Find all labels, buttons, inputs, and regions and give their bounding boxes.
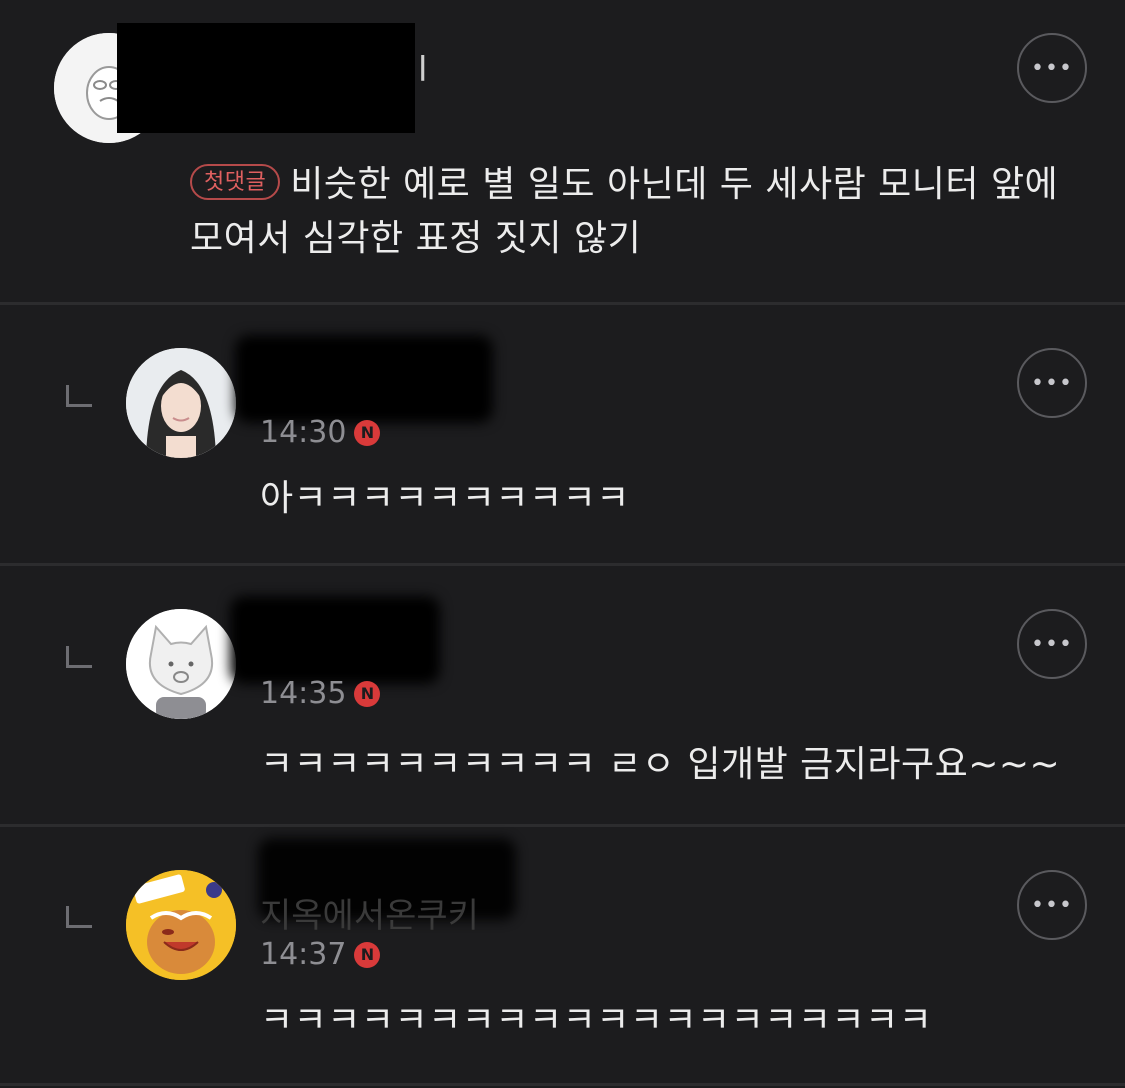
divider bbox=[0, 302, 1125, 305]
more-button[interactable]: ••• bbox=[1017, 609, 1087, 679]
more-icon: ••• bbox=[1031, 892, 1073, 918]
avatar-cookie-icon bbox=[126, 870, 236, 980]
divider bbox=[0, 1083, 1125, 1086]
comment-body: 비슷한 예로 별 일도 아닌데 두 세사람 모니터 앞에 모여서 심각한 표정 … bbox=[190, 164, 1059, 259]
avatar[interactable] bbox=[126, 870, 236, 980]
avatar[interactable] bbox=[126, 609, 236, 719]
more-icon: ••• bbox=[1031, 55, 1073, 81]
reply-arrow-icon bbox=[66, 646, 92, 668]
reply-arrow-icon bbox=[66, 906, 92, 928]
time-text: 14:30 bbox=[260, 415, 347, 450]
divider bbox=[0, 563, 1125, 566]
more-button[interactable]: ••• bbox=[1017, 870, 1087, 940]
time-text: 14:37 bbox=[260, 937, 347, 972]
comment-body: ㅋㅋㅋㅋㅋㅋㅋㅋㅋㅋㅋㅋㅋㅋㅋㅋㅋㅋㅋㅋ bbox=[260, 1000, 933, 1041]
more-icon: ••• bbox=[1031, 631, 1073, 657]
time-text: 14:35 bbox=[260, 676, 347, 711]
avatar-photo-icon bbox=[126, 348, 236, 458]
username-fragment: l bbox=[418, 50, 428, 90]
comment-body: ㅋㅋㅋㅋㅋㅋㅋㅋㅋㅋ ㄹㅇ 입개발 금지라구요~~~ bbox=[260, 744, 1061, 785]
username-fragment: 지옥에서온쿠키 bbox=[260, 896, 479, 936]
more-button[interactable]: ••• bbox=[1017, 348, 1087, 418]
more-button[interactable]: ••• bbox=[1017, 33, 1087, 103]
new-badge: N bbox=[354, 941, 381, 968]
redacted-username bbox=[235, 335, 493, 423]
comment-timestamp: 14:35 N bbox=[260, 676, 381, 711]
new-badge: N bbox=[354, 419, 381, 446]
comment-text: 첫댓글 비슷한 예로 별 일도 아닌데 두 세사람 모니터 앞에 모여서 심각한 … bbox=[190, 158, 1070, 266]
more-icon: ••• bbox=[1031, 370, 1073, 396]
comment-timestamp: 14:30 N bbox=[260, 415, 381, 450]
reply-arrow-icon bbox=[66, 385, 92, 407]
comment-body: 아ㅋㅋㅋㅋㅋㅋㅋㅋㅋㅋ bbox=[260, 478, 630, 519]
redacted-username bbox=[230, 596, 440, 684]
divider bbox=[0, 824, 1125, 827]
avatar[interactable] bbox=[126, 348, 236, 458]
comment-timestamp: 14:37 N bbox=[260, 937, 381, 972]
avatar-cat-icon bbox=[126, 609, 236, 719]
redacted-username bbox=[117, 23, 415, 133]
first-comment-badge: 첫댓글 bbox=[190, 164, 281, 200]
new-badge: N bbox=[354, 680, 381, 707]
